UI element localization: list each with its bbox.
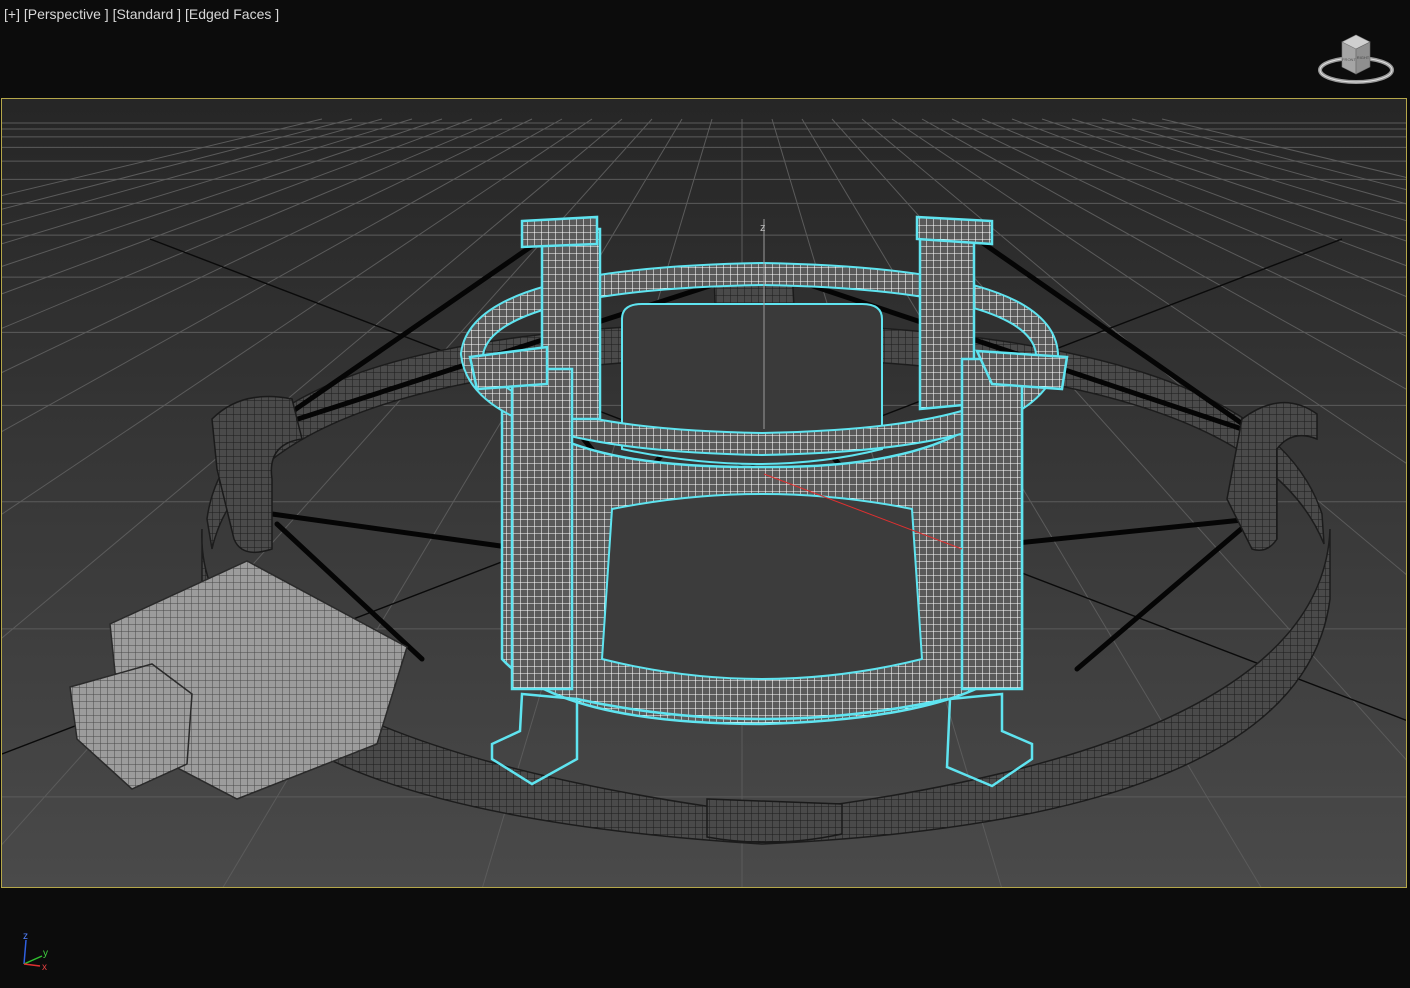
front-clamp xyxy=(706,798,843,844)
viewport-view-menu[interactable]: [Perspective ] xyxy=(24,6,109,22)
viewport-shading-menu[interactable]: [Standard ] xyxy=(113,6,182,22)
viewcube-front-label: FRONT xyxy=(1342,57,1356,62)
axis-tripod: z y x xyxy=(23,931,48,973)
grid-z-label: z xyxy=(760,222,766,234)
axis-z-label: z xyxy=(23,931,28,942)
axis-x-label: x xyxy=(42,962,47,973)
viewport-menu-button[interactable]: [+] xyxy=(4,6,20,22)
viewcube-right-label: RIGHT xyxy=(1357,55,1370,60)
axis-y-label: y xyxy=(43,948,48,959)
viewcube[interactable]: FRONT RIGHT xyxy=(1316,30,1396,94)
scene-canvas[interactable]: z xyxy=(2,99,1407,888)
viewport-safe-frame[interactable]: z xyxy=(1,98,1407,888)
viewport-label: [+] [Perspective ] [Standard ] [Edged Fa… xyxy=(4,6,279,22)
viewport-display-mode-menu[interactable]: [Edged Faces ] xyxy=(185,6,279,22)
